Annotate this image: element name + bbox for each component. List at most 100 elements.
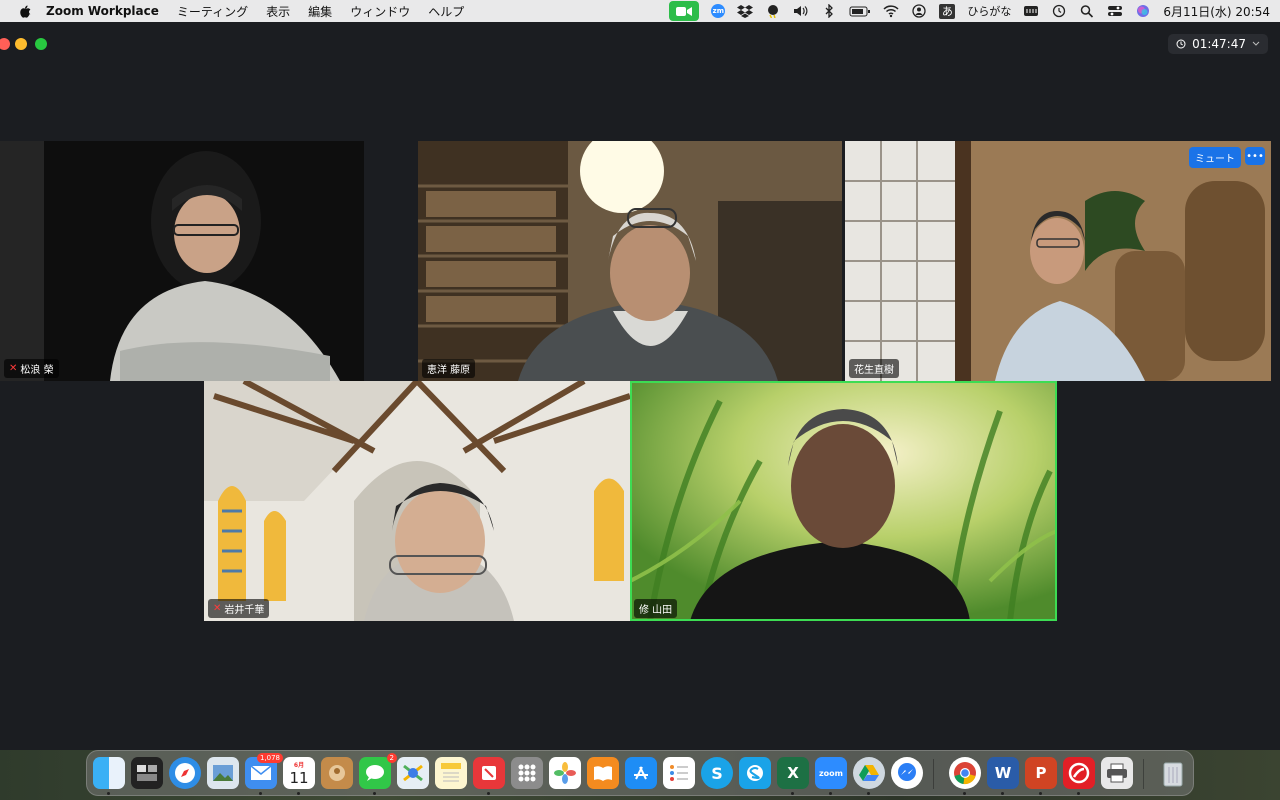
dropbox-icon[interactable] [737,4,754,18]
meeting-timer[interactable]: 01:47:47 [1168,34,1268,54]
skype-icon[interactable]: S [701,757,733,789]
menu-edit[interactable]: 編集 [308,3,332,20]
volume-icon[interactable] [793,4,809,18]
notes-icon[interactable] [435,757,467,789]
menu-app-name[interactable]: Zoom Workplace [46,4,159,18]
zoom-video-status-icon[interactable] [669,1,700,21]
minimize-window-button[interactable] [15,38,27,50]
messages-icon[interactable]: 2 [359,753,397,789]
powerpoint-icon[interactable]: P [1025,757,1057,789]
word-letter: W [994,764,1012,782]
security-app-icon[interactable] [1063,757,1095,789]
participant-name: 修 山田 [639,605,673,616]
running-indicator [107,792,110,795]
chrome-icon[interactable] [949,757,981,789]
keyboard-status-icon[interactable] [1023,4,1039,18]
participant-name-label: 修 山田 [634,599,678,618]
excel-icon[interactable]: X [777,757,809,789]
preview-icon[interactable] [207,757,239,789]
calendar-month: 6月 [293,761,305,769]
running-indicator [963,792,966,795]
reminders-icon[interactable] [663,757,695,789]
menu-view[interactable]: 表示 [266,3,290,20]
participant-name-label: 恵洋 藤原 [422,359,476,378]
clock-datetime[interactable]: 6月11日(水) 20:54 [1163,3,1270,20]
running-indicator [867,792,870,795]
mail-unread-badge: 1,078 [256,753,283,763]
running-indicator [829,792,832,795]
zoom-app-label: zoom [819,768,843,778]
running-indicator [297,792,300,795]
messenger-icon[interactable] [891,757,923,789]
participant-name: 花生直樹 [854,365,894,376]
ime-mode-label[interactable]: ひらがな [967,3,1011,19]
participant-name: 岩井千華 [224,605,265,616]
launchpad-icon[interactable] [511,757,543,789]
participant-video-4 [204,381,630,621]
participant-video-2 [418,141,842,381]
close-window-button[interactable] [0,38,10,50]
google-drive-icon[interactable] [853,757,885,789]
menu-help[interactable]: ヘルプ [428,3,464,20]
running-indicator [1039,792,1042,795]
mute-participant-button[interactable]: ミュート [1189,147,1241,168]
skype-alt-icon[interactable] [739,757,771,789]
menu-meeting[interactable]: ミーティング [177,3,248,20]
wifi-icon[interactable] [883,4,899,18]
printer-icon[interactable] [1101,757,1133,789]
participant-video-1 [0,141,364,381]
apple-icon[interactable] [18,4,32,18]
running-indicator [487,792,490,795]
zoom-meeting-window: 01:47:47 ✕ 松浪 榮 恵洋 藤原 ミュート ••• 花生直樹 ✕ 岩井… [0,22,1280,750]
dock-separator [1143,759,1144,789]
user-account-icon[interactable] [911,4,927,18]
safari-icon[interactable] [169,757,201,789]
ime-indicator[interactable]: あ [939,3,956,19]
dock-separator [933,759,934,789]
battery-icon[interactable] [849,4,871,18]
microphone-muted-icon: ✕ [213,603,222,614]
word-icon[interactable]: W [987,757,1019,789]
zoom-window-button[interactable] [35,38,47,50]
maps-icon[interactable] [397,757,429,789]
participant-name-label: ✕ 岩井千華 [208,599,270,618]
time-machine-icon[interactable] [1051,4,1067,18]
chevron-down-icon [1252,41,1260,46]
participant-video-tile-2[interactable]: 恵洋 藤原 [418,141,842,381]
siri-icon[interactable] [1135,4,1151,18]
zoom-menu-icon[interactable]: zm [711,4,726,18]
participant-video-tile-3[interactable]: ミュート ••• 花生直樹 [845,141,1271,381]
control-center-icon[interactable] [1107,4,1123,18]
participant-name-label: ✕ 松浪 榮 [4,359,59,378]
zoom-app-icon[interactable]: zoom [815,757,847,789]
more-options-button[interactable]: ••• [1245,147,1265,165]
mission-control-icon[interactable] [131,757,163,789]
photos-icon[interactable] [549,757,581,789]
trash-icon[interactable] [1157,757,1189,789]
calendar-icon[interactable]: 6月 11 [283,757,315,789]
participant-name: 松浪 榮 [20,365,54,376]
weather-icon[interactable] [765,4,781,18]
clock-icon [1176,39,1186,49]
spotlight-search-icon[interactable] [1079,4,1095,18]
books-icon[interactable] [587,757,619,789]
messages-unread-badge: 2 [386,753,397,763]
participant-video-tile-4[interactable]: ✕ 岩井千華 [204,381,630,621]
participant-video-3 [845,141,1271,381]
mail-icon[interactable]: 1,078 [245,753,283,789]
meeting-timer-value: 01:47:47 [1192,37,1246,51]
app-store-icon[interactable] [625,757,657,789]
bluetooth-icon[interactable] [821,4,837,18]
running-indicator [1077,792,1080,795]
contacts-icon[interactable] [321,757,353,789]
participant-video-5 [630,381,1057,621]
finder-icon[interactable] [93,757,125,789]
participant-video-tile-1[interactable]: ✕ 松浪 榮 [0,141,364,381]
running-indicator [791,792,794,795]
skype-letter: S [711,763,723,783]
flashcard-app-icon[interactable] [473,757,505,789]
menu-window[interactable]: ウィンドウ [350,3,410,20]
participant-video-tile-5-active-speaker[interactable]: 修 山田 [630,381,1057,621]
participant-name-label: 花生直樹 [849,359,899,378]
running-indicator [373,792,376,795]
